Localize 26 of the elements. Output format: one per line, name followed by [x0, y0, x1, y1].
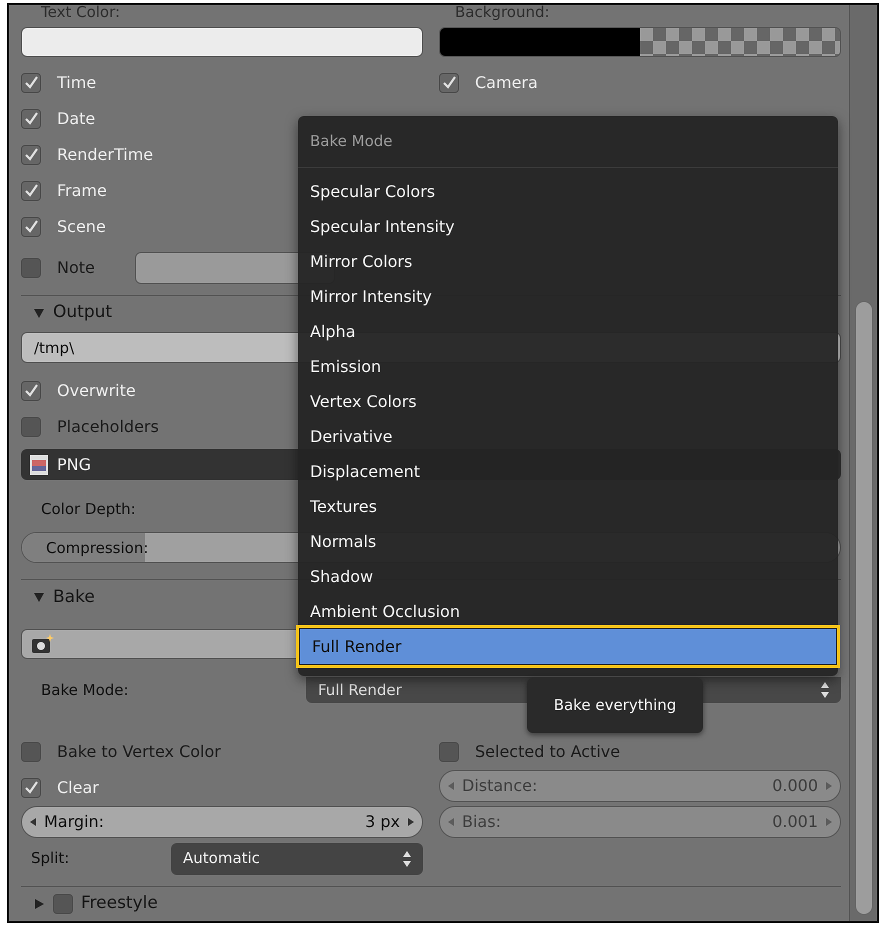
checkbox-label: Overwrite	[57, 380, 136, 402]
field-label: Bias:	[462, 810, 502, 833]
tooltip: Bake everything	[527, 678, 703, 733]
field-label: Distance:	[462, 774, 538, 797]
checkbox-label: Bake to Vertex Color	[57, 740, 221, 763]
field-label: Background:	[455, 5, 551, 19]
field-value: 3 px	[365, 810, 400, 833]
checkbox-label: Frame	[57, 180, 107, 202]
checkbox-label: Scene	[57, 216, 106, 238]
checkbox-label: Clear	[57, 776, 99, 799]
menu-title: Bake Mode	[298, 116, 838, 168]
checkbox-label: Note	[57, 256, 95, 279]
field-value: 0.001	[772, 810, 818, 833]
checkbox-label: Time	[57, 72, 96, 94]
checkbox-label: Selected to Active	[475, 740, 620, 763]
field-label: Margin:	[44, 810, 106, 833]
checkbox-label: RenderTime	[57, 144, 154, 166]
field-label: Bake Mode:	[41, 680, 130, 702]
checkbox-label: Placeholders	[57, 416, 159, 438]
field-label: Color Depth:	[41, 498, 136, 520]
field-label: Split:	[31, 848, 70, 870]
field-value: 0.000	[772, 774, 818, 797]
slider-label: Compression:	[46, 538, 148, 558]
field-label: Text Color:	[41, 5, 122, 19]
checkbox-label: Date	[57, 108, 96, 130]
checkbox-label: Camera	[475, 72, 538, 94]
